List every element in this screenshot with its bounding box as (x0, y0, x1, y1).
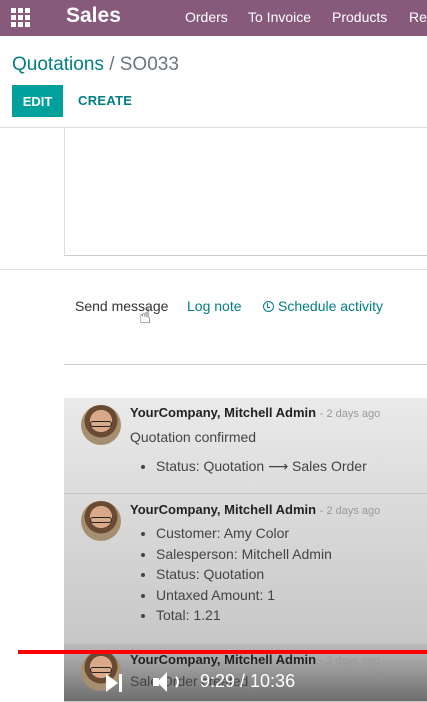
send-message-button[interactable]: Send message (75, 298, 168, 314)
divider (0, 269, 427, 270)
form-content: Send message Log note Schedule activity … (0, 128, 427, 702)
play-icon[interactable] (43, 672, 63, 694)
tracking-value: Status: Quotation (156, 564, 332, 585)
tracking-value: Customer: Amy Color (156, 523, 332, 544)
chatter-message: YourCompany, Mitchell Admin - 2 days ago… (64, 398, 427, 494)
volume-icon[interactable] (153, 670, 183, 694)
schedule-activity-label: Schedule activity (278, 298, 384, 314)
message-author: YourCompany, Mitchell Admin - 2 days ago (130, 502, 380, 517)
top-navbar: Sales Orders To Invoice Products Rep (0, 0, 427, 36)
edit-button[interactable]: EDIT (12, 85, 63, 117)
tracking-value: Salesperson: Mitchell Admin (156, 544, 332, 565)
avatar[interactable] (81, 405, 121, 445)
menu-orders[interactable]: Orders (185, 9, 228, 25)
author-name[interactable]: YourCompany, Mitchell Admin (130, 502, 316, 517)
chatter-divider (64, 364, 427, 365)
breadcrumb-quotations[interactable]: Quotations (12, 54, 104, 75)
breadcrumb-current: SO033 (119, 54, 179, 75)
tracking-list: Status: Quotation ⟶ Sales Order (156, 456, 367, 477)
menu-to-invoice[interactable]: To Invoice (248, 9, 311, 25)
hand-cursor-icon: ☝ (139, 306, 152, 328)
message-date: - 2 days ago (319, 408, 381, 420)
video-progress-bar[interactable] (18, 650, 427, 654)
schedule-activity-button[interactable]: Schedule activity (263, 298, 383, 314)
apps-menu-icon[interactable] (11, 8, 30, 27)
message-body: Quotation confirmed (130, 429, 257, 445)
breadcrumb: Quotations / SO033 (12, 54, 179, 76)
video-controls: 9:29 / 10:36 (0, 660, 427, 702)
message-date: - 2 days ago (319, 505, 381, 517)
chatter-message: YourCompany, Mitchell Admin - 2 days ago… (64, 494, 427, 644)
message-author: YourCompany, Mitchell Admin - 2 days ago (130, 405, 380, 420)
avatar[interactable] (81, 501, 121, 541)
app-brand[interactable]: Sales (66, 4, 121, 28)
video-time: 9:29 / 10:36 (200, 671, 296, 691)
tracking-value: Status: Quotation ⟶ Sales Order (156, 456, 367, 477)
clock-icon (263, 301, 274, 312)
tracking-value: Untaxed Amount: 1 (156, 585, 332, 606)
author-name[interactable]: YourCompany, Mitchell Admin (130, 405, 316, 420)
menu-reporting[interactable]: Rep (409, 9, 427, 25)
create-button[interactable]: CREATE (78, 93, 132, 108)
form-sheet-bottom (64, 128, 427, 256)
control-panel: Quotations / SO033 EDIT CREATE (0, 36, 427, 128)
breadcrumb-separator: / (109, 54, 115, 75)
next-icon[interactable] (106, 674, 124, 694)
menu-products[interactable]: Products (332, 9, 387, 25)
log-note-button[interactable]: Log note (187, 298, 242, 314)
tracking-value: Total: 1.21 (156, 605, 332, 626)
tracking-list: Customer: Amy Color Salesperson: Mitchel… (156, 523, 332, 626)
